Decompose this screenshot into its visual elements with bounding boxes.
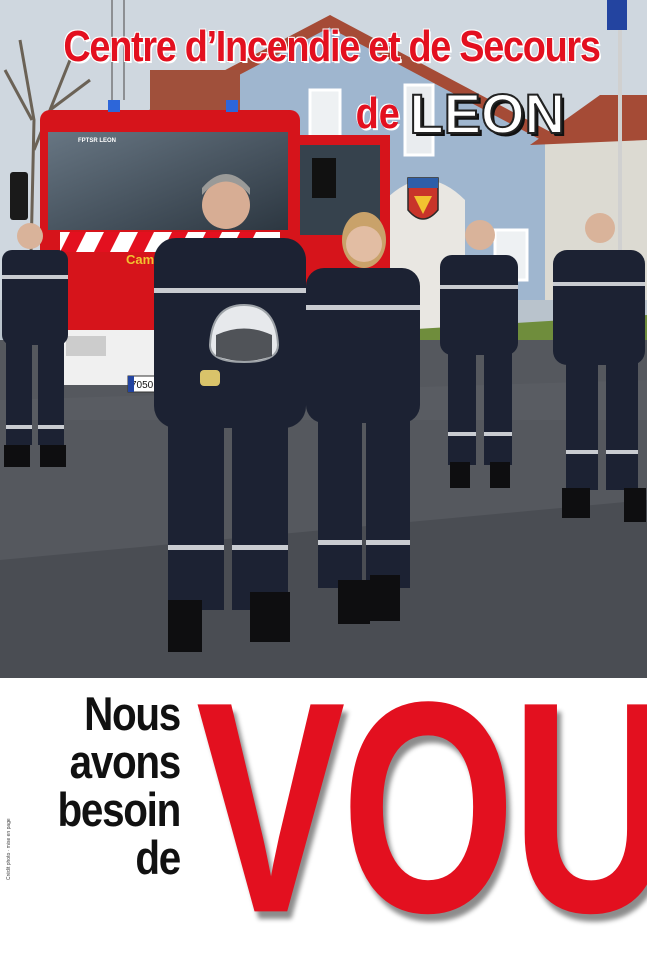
slogan-panel: Nous avons besoin de VOUS	[0, 678, 647, 959]
station-name-prefix: de	[355, 89, 400, 138]
station-title: Centre d’Incendie et de Secours	[63, 22, 600, 71]
recruitment-poster: Camiva FPTSR LEON 7050 0 Centre d’Incend…	[0, 0, 647, 959]
big-word-vous: VOUS	[196, 678, 647, 959]
slogan-line-4: de	[135, 831, 181, 884]
slogan-line-1: Nous	[84, 687, 181, 740]
slogan-text: Nous avons besoin de	[51, 687, 182, 884]
town-crest	[407, 177, 439, 220]
slogan-line-3: besoin	[57, 783, 181, 836]
truck-cab-label: FPTSR LEON	[78, 138, 116, 144]
firefighters-photo: Camiva FPTSR LEON 7050 0 Centre d’Incend…	[0, 0, 647, 678]
slogan-line-2: avons	[69, 735, 182, 788]
photo-credit: Crédit photo · mise en page	[6, 818, 12, 880]
station-name: de LEON	[352, 82, 566, 145]
station-name-leon: LEON	[408, 82, 566, 145]
